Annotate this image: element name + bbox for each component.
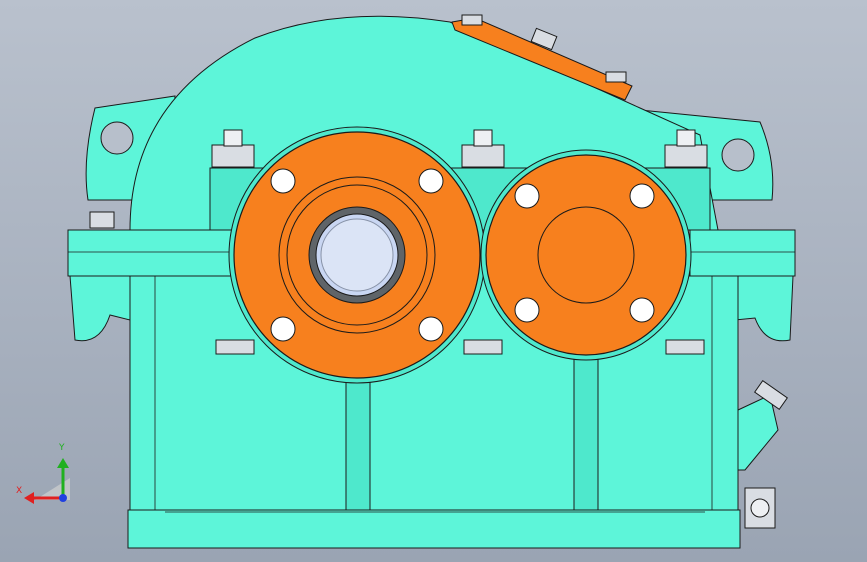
left-cap-bolt-hole-3	[270, 316, 296, 342]
triad-y-label: Y	[59, 443, 65, 453]
cover-bolt-right	[605, 71, 627, 83]
bolt-shank-3	[676, 129, 696, 147]
split-flange-left	[67, 229, 239, 277]
left-cap-bolt-hole-1	[270, 168, 296, 194]
right-end-cap	[485, 154, 687, 356]
triad-y-arrow	[57, 458, 69, 468]
cad-viewport[interactable]: Y X	[0, 0, 867, 562]
right-cap-bolt-hole-3	[514, 297, 540, 323]
left-cap-bolt-hole-2	[418, 168, 444, 194]
bolt-shank-1	[223, 129, 243, 147]
oil-dipstick	[737, 394, 779, 471]
left-foot-lug	[69, 275, 131, 342]
right-cap-bolt-hole-1	[514, 183, 540, 209]
reducer-model[interactable]	[0, 0, 867, 562]
right-cap-bolt-hole-4	[629, 297, 655, 323]
lower-nut-2	[463, 339, 503, 355]
left-end-cap	[233, 131, 481, 379]
triad-x-label: X	[16, 486, 23, 496]
shaft-end	[320, 218, 394, 292]
lower-nut-1	[215, 339, 255, 355]
hex-nut-3	[664, 144, 708, 168]
bolt-shank-2	[473, 129, 493, 147]
flange-bolt-left	[89, 211, 115, 229]
hex-nut-1	[211, 144, 255, 168]
base-bottom-flange	[127, 509, 741, 549]
left-cap-bolt-hole-4	[418, 316, 444, 342]
coordinate-triad[interactable]	[24, 458, 70, 504]
right-lug-hole	[721, 138, 755, 172]
cover-bolt-left	[461, 14, 483, 26]
left-lug-hole	[100, 121, 134, 155]
right-cap-bolt-hole-2	[629, 183, 655, 209]
split-flange-right	[689, 229, 796, 277]
right-foot-lug	[734, 275, 794, 342]
lower-nut-3	[665, 339, 705, 355]
right-flange	[485, 154, 687, 356]
hex-nut-2	[461, 144, 505, 168]
rib-right	[573, 354, 599, 511]
drain-plug-head	[750, 498, 770, 518]
triad-z-axis	[59, 494, 67, 502]
triad-x-arrow	[24, 492, 34, 504]
